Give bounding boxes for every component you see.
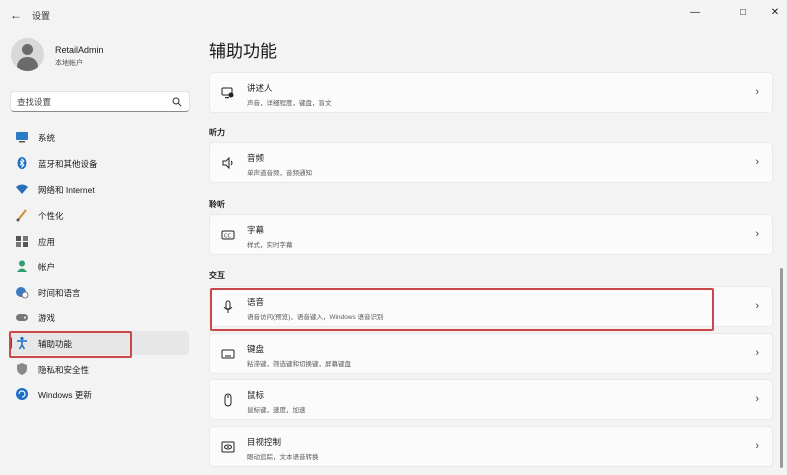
search-icon[interactable] <box>172 97 182 107</box>
speaker-icon <box>221 156 235 170</box>
eye-control-icon <box>221 440 235 454</box>
captions-icon: CC <box>221 228 235 242</box>
sidebar-item-accessibility[interactable]: 辅助功能 <box>9 331 189 355</box>
sidebar-item-network[interactable]: 网络和 Internet <box>9 177 189 201</box>
sidebar-item-personalization[interactable]: 个性化 <box>9 203 189 227</box>
monitor-icon <box>15 130 29 144</box>
sidebar-item-label: 网络和 Internet <box>38 185 95 195</box>
update-icon <box>15 387 29 401</box>
sidebar-item-label: 游戏 <box>38 313 56 323</box>
sidebar-item-label: 时间和语言 <box>38 288 81 298</box>
chevron-right-icon: › <box>755 228 759 240</box>
user-name: RetailAdmin <box>55 45 104 55</box>
sidebar-item-label: 蓝牙和其他设备 <box>38 159 98 169</box>
sidebar-item-label: 系统 <box>38 133 56 143</box>
card-description: 眼动追踪，文本语音转换 <box>247 454 319 461</box>
avatar-body <box>17 57 38 71</box>
mouse-icon <box>221 393 235 407</box>
card-description: 粘滞键，筛选键和切换键，屏幕键盘 <box>247 361 351 368</box>
sidebar-item-apps[interactable]: 应用 <box>9 229 189 253</box>
card-title: 鼠标 <box>247 390 265 400</box>
section-interaction: 交互 <box>209 271 225 280</box>
sidebar-item-gaming[interactable]: 游戏 <box>9 305 189 329</box>
card-narrator[interactable]: 讲述人 声音，详细程度，键盘，盲文 › <box>209 72 773 113</box>
card-title: 语音 <box>247 297 265 307</box>
sidebar-item-label: Windows 更新 <box>38 390 92 400</box>
sidebar-item-label: 隐私和安全性 <box>38 365 90 375</box>
sidebar-item-windows-update[interactable]: Windows 更新 <box>9 382 189 406</box>
search-input[interactable] <box>17 95 167 109</box>
card-description: 语音访问(预览)，语音键入，Windows 语音识别 <box>247 314 384 321</box>
bluetooth-icon <box>15 156 29 170</box>
sidebar-item-label: 帐户 <box>38 262 56 272</box>
brush-icon <box>15 208 29 222</box>
svg-text:CC: CC <box>224 234 231 240</box>
card-description: 样式，实时字幕 <box>247 242 293 249</box>
card-description: 鼠标键，速度，加速 <box>247 407 306 414</box>
keyboard-icon <box>221 347 235 361</box>
search-box[interactable] <box>10 91 190 112</box>
microphone-icon <box>221 300 235 314</box>
narrator-icon <box>221 86 235 100</box>
maximize-button[interactable]: □ <box>732 4 754 22</box>
sidebar-item-bluetooth[interactable]: 蓝牙和其他设备 <box>9 151 189 175</box>
minimize-button[interactable]: — <box>684 4 706 22</box>
chevron-right-icon: › <box>755 440 759 452</box>
chevron-right-icon: › <box>755 86 759 98</box>
card-mouse[interactable]: 鼠标 鼠标键，速度，加速 › <box>209 379 773 420</box>
card-keyboard[interactable]: 键盘 粘滞键，筛选键和切换键，屏幕键盘 › <box>209 333 773 374</box>
selected-indicator <box>9 337 12 349</box>
sidebar-item-label: 个性化 <box>38 211 64 221</box>
chevron-right-icon: › <box>755 347 759 359</box>
user-account-type: 本地帐户 <box>55 60 83 67</box>
sidebar-item-privacy[interactable]: 隐私和安全性 <box>9 357 189 381</box>
sidebar-item-time-language[interactable]: 时间和语言 <box>9 280 189 304</box>
accessibility-icon <box>15 336 29 350</box>
card-description: 声音，详细程度，键盘，盲文 <box>247 100 332 107</box>
apps-icon <box>15 234 29 248</box>
card-captions[interactable]: CC 字幕 样式，实时字幕 › <box>209 214 773 255</box>
chevron-right-icon: › <box>755 393 759 405</box>
sidebar-item-label: 辅助功能 <box>38 339 73 349</box>
section-hearing: 听力 <box>209 128 225 137</box>
wifi-icon <box>15 182 29 196</box>
sidebar-item-accounts[interactable]: 帐户 <box>9 254 189 278</box>
card-title: 字幕 <box>247 225 265 235</box>
globe-clock-icon <box>15 285 29 299</box>
person-icon <box>15 259 29 273</box>
scrollbar[interactable] <box>780 268 783 468</box>
sidebar-item-system[interactable]: 系统 <box>9 125 189 149</box>
card-description: 单声道音频，音频通知 <box>247 170 312 177</box>
shield-icon <box>15 362 29 376</box>
card-title: 音频 <box>247 153 265 163</box>
page-title: 辅助功能 <box>209 42 277 61</box>
card-speech[interactable]: 语音 语音访问(预览)，语音键入，Windows 语音识别 › <box>209 286 773 327</box>
close-button[interactable]: ✕ <box>764 4 786 22</box>
card-audio[interactable]: 音频 单声道音频，音频通知 › <box>209 142 773 183</box>
gamepad-icon <box>15 310 29 324</box>
section-listening: 聆听 <box>209 200 225 209</box>
card-title: 键盘 <box>247 344 265 354</box>
title-bar: ← 设置 — □ ✕ <box>0 0 787 30</box>
avatar[interactable] <box>11 38 44 71</box>
sidebar-item-label: 应用 <box>38 237 56 247</box>
card-eye-control[interactable]: 目视控制 眼动追踪，文本语音转换 › <box>209 426 773 467</box>
chevron-right-icon: › <box>755 156 759 168</box>
app-title: 设置 <box>32 11 51 21</box>
back-arrow-icon[interactable]: ← <box>8 7 24 23</box>
avatar-head <box>22 44 33 55</box>
chevron-right-icon: › <box>755 300 759 312</box>
card-title: 目视控制 <box>247 437 282 447</box>
card-title: 讲述人 <box>247 83 273 93</box>
